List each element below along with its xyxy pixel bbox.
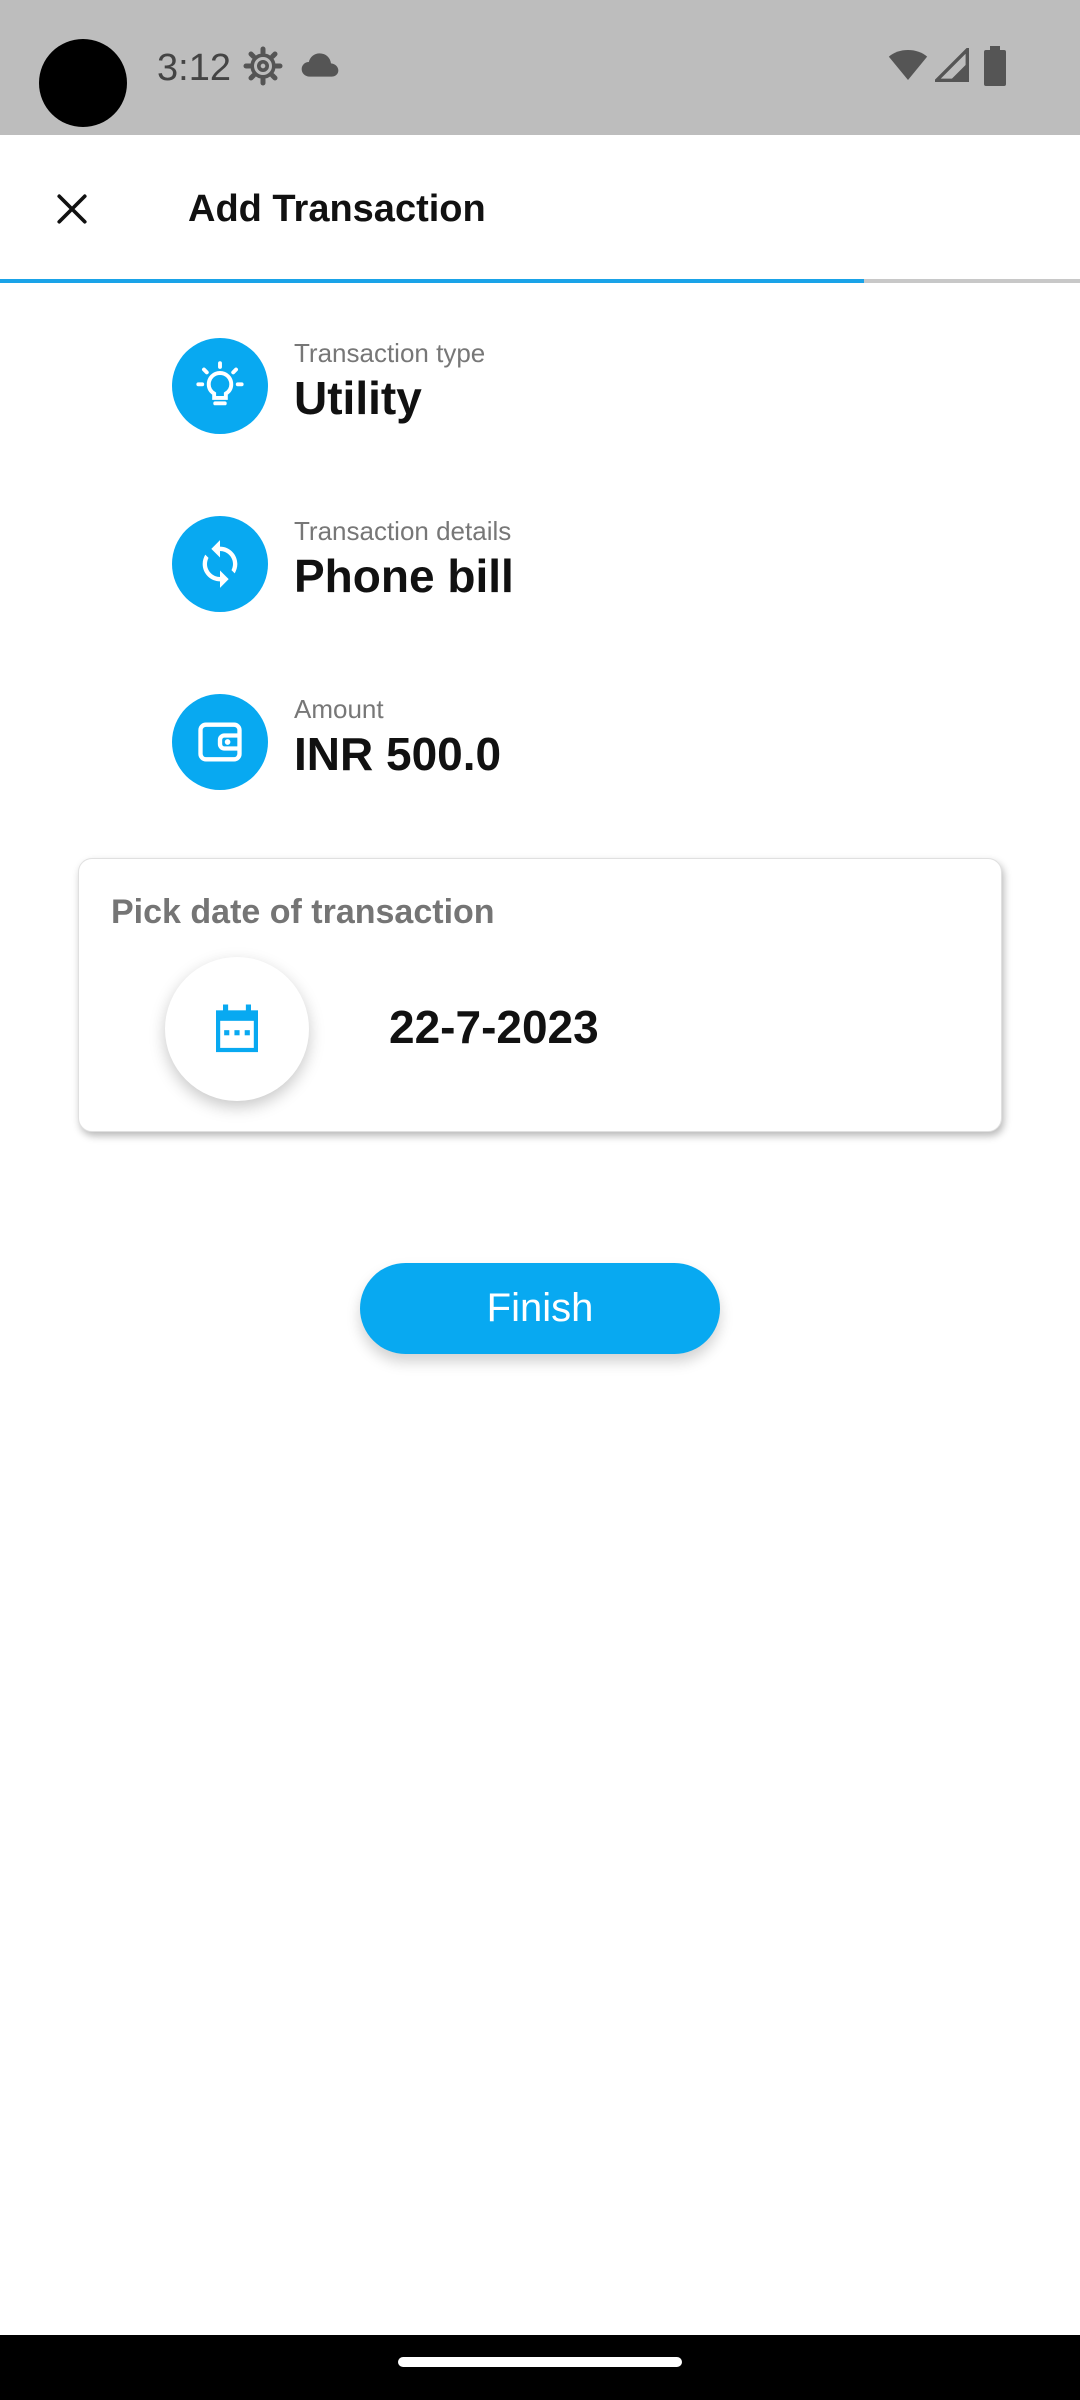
cloud-icon — [300, 50, 340, 85]
transaction-type-label: Transaction type — [294, 338, 486, 368]
status-time: 3:12 — [157, 47, 231, 89]
amount-row: Amount INR 500.0 — [172, 694, 1032, 794]
screen: 3:12 Add Transaction Transaction type Ut… — [0, 0, 1080, 2400]
status-bar: 3:12 — [0, 0, 1080, 135]
date-picker-card: Pick date of transaction 22-7-2023 — [78, 858, 1002, 1132]
signal-icon — [932, 45, 969, 87]
refresh-icon — [172, 516, 268, 612]
page-title: Add Transaction — [188, 188, 486, 230]
settings-icon — [243, 46, 283, 91]
camera-cutout — [39, 39, 127, 127]
home-indicator[interactable] — [398, 2357, 682, 2367]
wifi-icon — [888, 48, 928, 87]
date-card-title: Pick date of transaction — [111, 893, 495, 931]
lightbulb-icon — [172, 338, 268, 434]
transaction-details-value: Phone bill — [294, 550, 514, 602]
battery-icon — [983, 46, 1007, 91]
close-icon — [57, 194, 87, 224]
app-bar: Add Transaction — [0, 135, 1080, 282]
calendar-icon — [216, 1004, 259, 1053]
wallet-icon — [172, 694, 268, 790]
transaction-details-row: Transaction details Phone bill — [172, 516, 1032, 616]
amount-label: Amount — [294, 694, 384, 724]
finish-button[interactable]: Finish — [360, 1263, 720, 1354]
selected-date: 22-7-2023 — [389, 1001, 599, 1053]
navigation-bar — [0, 2335, 1080, 2400]
progress-bar — [0, 279, 1080, 283]
transaction-type-row: Transaction type Utility — [172, 338, 1032, 438]
progress-fill — [0, 279, 864, 283]
pick-date-button[interactable] — [165, 957, 309, 1101]
amount-value: INR 500.0 — [294, 728, 502, 780]
transaction-details-label: Transaction details — [294, 516, 512, 546]
close-button[interactable] — [36, 173, 108, 245]
transaction-type-value: Utility — [294, 372, 422, 424]
